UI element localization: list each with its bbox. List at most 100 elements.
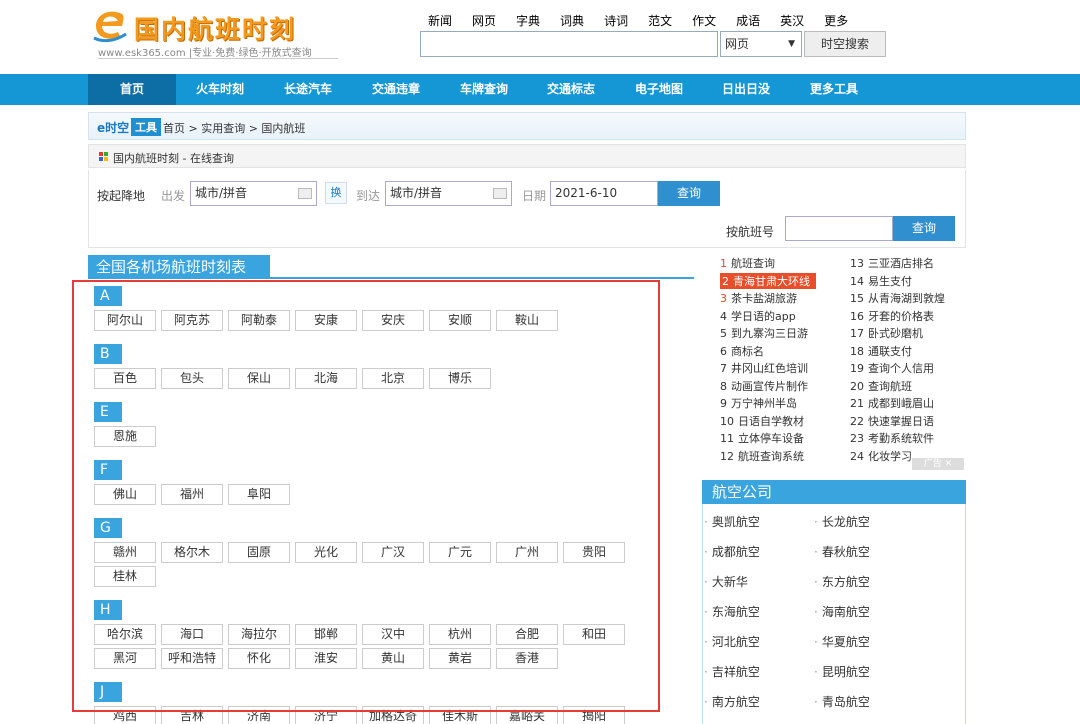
hot-search-item[interactable]: 23 考勤系统软件: [850, 430, 934, 446]
rank-number: 2: [722, 274, 729, 288]
breadcrumb-tool-badge[interactable]: 工具: [131, 118, 161, 136]
hot-search-item[interactable]: 15 从青海湖到敦煌: [850, 290, 945, 306]
airline-link[interactable]: · 奥凯航空: [704, 513, 760, 530]
top-link[interactable]: 更多: [824, 12, 848, 29]
airline-link[interactable]: · 华夏航空: [814, 633, 870, 650]
hot-search-item[interactable]: 18 通联支付: [850, 343, 912, 359]
rank-text: 快速掌握日语: [868, 414, 934, 428]
hot-search-item[interactable]: 4 学日语的app: [720, 308, 796, 324]
airline-name: 成都航空: [711, 545, 760, 559]
hot-search-item[interactable]: 12 航班查询系统: [720, 448, 804, 464]
airline-link[interactable]: · 春秋航空: [814, 543, 870, 560]
flight-query-button[interactable]: 查询: [893, 216, 955, 241]
hot-search-item[interactable]: 22 快速掌握日语: [850, 413, 934, 429]
rank-number: 14: [850, 274, 864, 288]
airport-section-header: 全国各机场航班时刻表: [88, 255, 694, 279]
nav-item-signs[interactable]: 交通标志: [527, 74, 615, 105]
bullet-icon: ·: [704, 545, 708, 559]
hot-search-item[interactable]: 9 万宁神州半岛: [720, 395, 797, 411]
airline-link[interactable]: · 南方航空: [704, 693, 760, 710]
hot-search-item[interactable]: 1 航班查询: [720, 255, 775, 271]
rank-number: 8: [720, 379, 727, 393]
airline-link[interactable]: · 成都航空: [704, 543, 760, 560]
bullet-icon: ·: [814, 575, 818, 589]
hot-search-item[interactable]: 10 日语自学教材: [720, 413, 804, 429]
airline-link[interactable]: · 海南航空: [814, 603, 870, 620]
rank-text: 到九寨沟三日游: [731, 327, 808, 340]
date-input[interactable]: 2021-6-10: [550, 181, 658, 206]
airline-link[interactable]: · 大新华: [704, 573, 748, 590]
city-picker-icon[interactable]: [298, 188, 312, 199]
hot-search-item[interactable]: 19 查询个人信用: [850, 360, 934, 376]
bullet-icon: ·: [814, 545, 818, 559]
chevron-down-icon: ▼: [788, 39, 795, 49]
top-link[interactable]: 诗词: [604, 12, 628, 29]
logo-e-icon: [93, 11, 127, 43]
hot-search-item[interactable]: 16 牙套的价格表: [850, 308, 934, 324]
from-city-input[interactable]: 城市/拼音: [190, 181, 317, 206]
nav-item-train[interactable]: 火车时刻: [176, 74, 264, 105]
bullet-icon: ·: [704, 665, 708, 679]
nav-item-more[interactable]: 更多工具: [790, 74, 878, 105]
top-link[interactable]: 作文: [692, 12, 716, 29]
to-city-input[interactable]: 城市/拼音: [385, 181, 512, 206]
top-link[interactable]: 字典: [516, 12, 540, 29]
hot-search-item[interactable]: 8 动画宣传片制作: [720, 378, 808, 394]
nav-item-violation[interactable]: 交通违章: [352, 74, 440, 105]
hot-search-item[interactable]: 13 三亚酒店排名: [850, 255, 934, 271]
breadcrumb-path[interactable]: 首页 > 实用查询 > 国内航班: [163, 120, 305, 136]
hot-search-item[interactable]: 17 卧式砂磨机: [850, 325, 923, 341]
top-link[interactable]: 新闻: [428, 12, 452, 29]
hot-search-item[interactable]: 11 立体停车设备: [720, 430, 804, 446]
nav-item-home[interactable]: 首页: [88, 74, 176, 105]
hot-search-item[interactable]: 2 青海甘肃大环线: [720, 272, 816, 289]
by-flight-label: 按航班号: [726, 225, 775, 239]
date-label: 日期: [522, 189, 547, 203]
city-picker-icon[interactable]: [493, 188, 507, 199]
top-link[interactable]: 词典: [560, 12, 584, 29]
search-type-select[interactable]: 网页 ▼: [720, 31, 802, 57]
airline-name: 东方航空: [821, 575, 870, 589]
rank-text: 学日语的app: [731, 309, 796, 323]
bullet-icon: ·: [704, 575, 708, 589]
airline-link[interactable]: · 长龙航空: [814, 513, 870, 530]
nav-item-bus[interactable]: 长途汽车: [264, 74, 352, 105]
hot-search-item[interactable]: 21 成都到峨眉山: [850, 395, 934, 411]
nav-item-map[interactable]: 电子地图: [615, 74, 703, 105]
rank-number: 6: [720, 344, 727, 358]
breadcrumb-brand[interactable]: e时空: [97, 119, 129, 136]
hot-search-item[interactable]: 20 查询航班: [850, 378, 912, 394]
airline-link[interactable]: · 东方航空: [814, 573, 870, 590]
hot-search-item[interactable]: 7 井冈山红色培训: [720, 360, 808, 376]
airline-link[interactable]: · 东海航空: [704, 603, 760, 620]
airline-link[interactable]: · 吉祥航空: [704, 663, 760, 680]
swap-button[interactable]: 换: [325, 182, 347, 204]
top-search-input[interactable]: [420, 31, 718, 57]
hot-search-item[interactable]: 3 茶卡盐湖旅游: [720, 290, 797, 306]
top-link[interactable]: 成语: [736, 12, 760, 29]
hot-search-item[interactable]: 14 易生支付: [850, 273, 912, 289]
top-link[interactable]: 英汉: [780, 12, 804, 29]
top-link[interactable]: 范文: [648, 12, 672, 29]
top-search-button[interactable]: 时空搜索: [804, 31, 886, 57]
page: 国内航班时刻 www.esk365.com |专业·免费·绿色·开放式查询 新闻…: [0, 0, 1080, 724]
ad-badge[interactable]: 广告 ✕: [912, 458, 964, 470]
hot-search-item[interactable]: 24 化妆学习: [850, 448, 912, 464]
rank-text: 成都到峨眉山: [868, 397, 934, 410]
airline-name: 海南航空: [821, 605, 870, 619]
hot-search-item[interactable]: 5 到九寨沟三日游: [720, 325, 808, 341]
airline-link[interactable]: · 河北航空: [704, 633, 760, 650]
hot-search-item[interactable]: 6 商标名: [720, 343, 764, 359]
flight-number-input[interactable]: [785, 216, 893, 241]
city-query-button[interactable]: 查询: [658, 181, 720, 206]
bullet-icon: ·: [704, 515, 708, 529]
airline-name: 长龙航空: [821, 515, 870, 529]
airline-link[interactable]: · 昆明航空: [814, 663, 870, 680]
nav-item-plate[interactable]: 车牌查询: [440, 74, 528, 105]
top-link[interactable]: 网页: [472, 12, 496, 29]
airline-link[interactable]: · 青岛航空: [814, 693, 870, 710]
logo-subtitle: www.esk365.com |专业·免费·绿色·开放式查询: [98, 48, 312, 59]
nav-item-sunrise[interactable]: 日出日没: [702, 74, 790, 105]
to-city-value: 城市/拼音: [390, 186, 443, 200]
site-logo[interactable]: 国内航班时刻 www.esk365.com |专业·免费·绿色·开放式查询: [92, 6, 342, 60]
